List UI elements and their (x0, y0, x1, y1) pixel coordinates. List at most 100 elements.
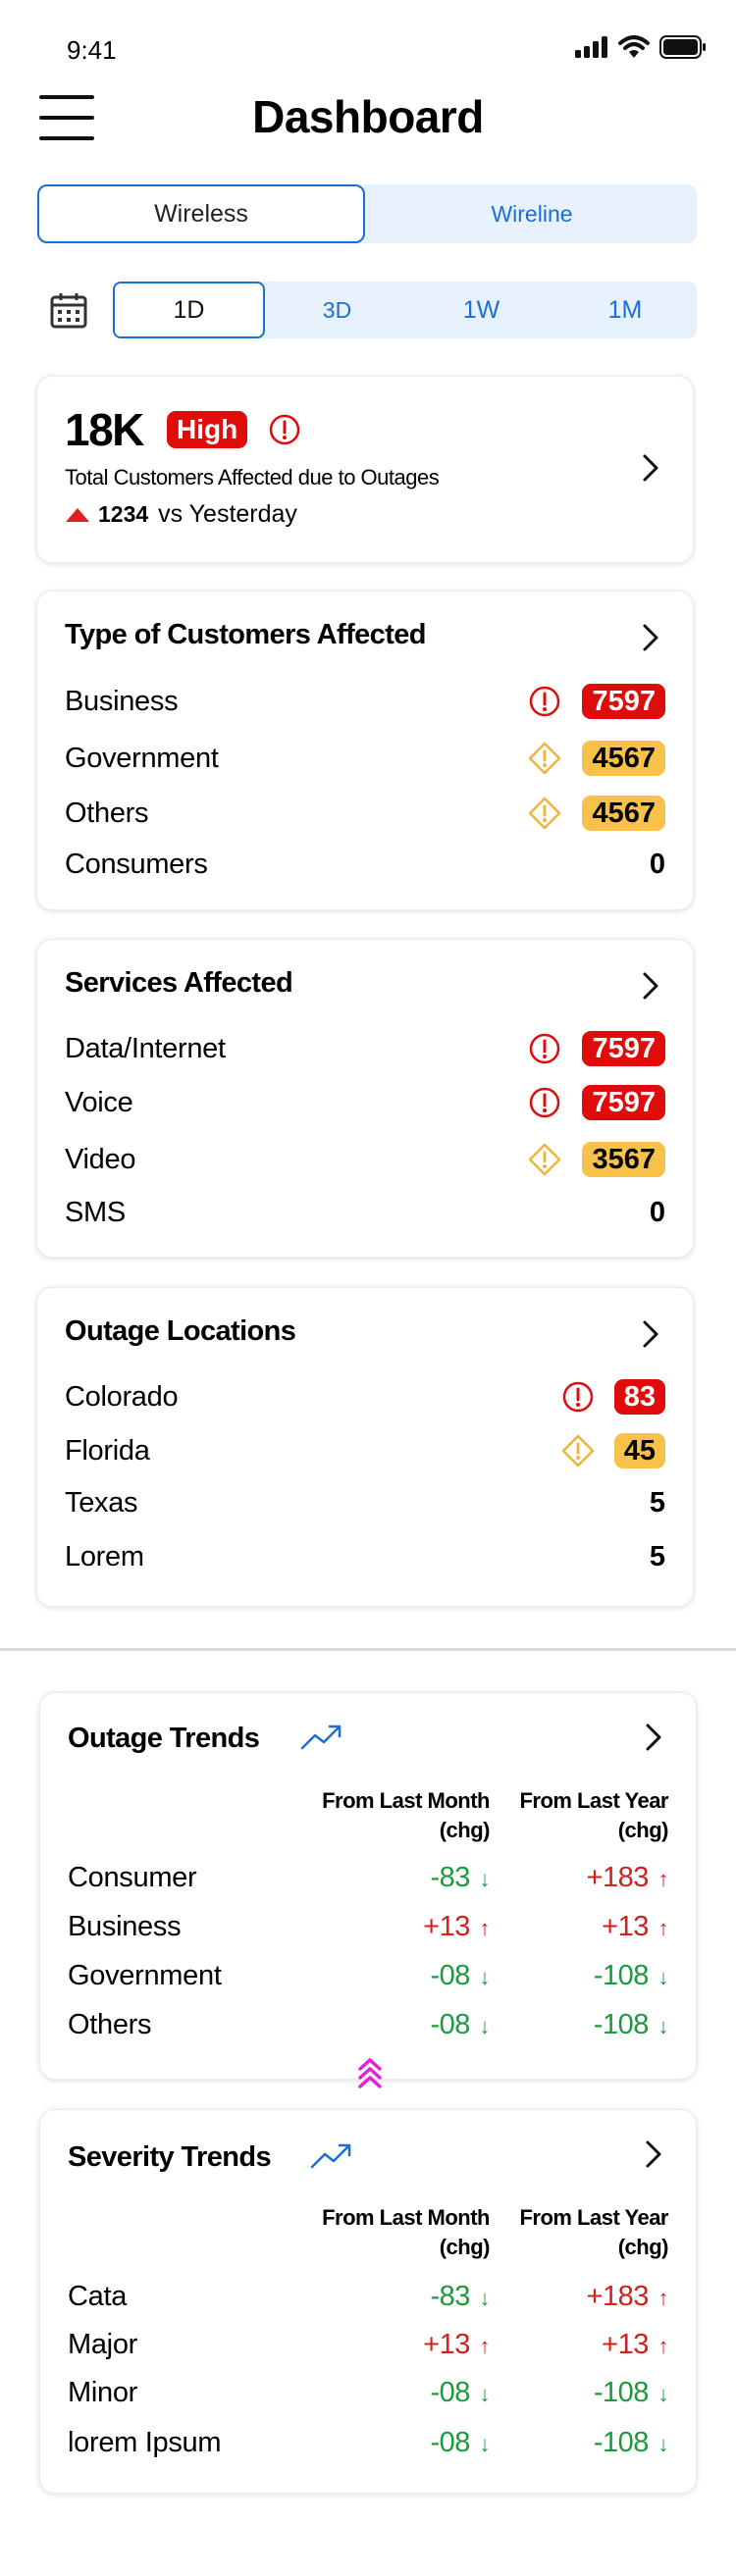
row-label: Business (68, 1911, 182, 1942)
chevron-right-icon[interactable] (636, 971, 665, 1001)
severity-badge: High (167, 411, 248, 448)
row-label: Data/Internet (65, 1033, 226, 1064)
arrow-up-icon: ↑ (473, 2334, 490, 2358)
year-change-value: +13 ↑ (602, 2329, 668, 2360)
row-label: Colorado (65, 1381, 179, 1413)
critical-count-badge: 7597 (582, 1085, 665, 1120)
row-label: Government (65, 743, 219, 774)
row-label: Others (65, 798, 149, 829)
arrow-up-icon: ↑ (652, 2334, 668, 2358)
row-label: Texas (65, 1487, 138, 1519)
row-label: SMS (65, 1197, 126, 1228)
alert-circle-icon (529, 1033, 560, 1064)
triangle-up-icon (66, 507, 89, 522)
tab-wireline[interactable]: Wireline (367, 184, 697, 243)
month-change-value: -83 ↓ (430, 2281, 490, 2312)
warning-diamond-icon (561, 1434, 595, 1468)
status-time: 9:41 (67, 35, 117, 65)
year-change-value: -108 ↓ (593, 2377, 669, 2408)
kpi-card[interactable]: 18K High Total Customers Affected due to… (36, 376, 694, 563)
column-header-month: From Last Month (chg) (322, 1788, 490, 1842)
card-title: Outage Trends (68, 1723, 260, 1754)
alert-circle-icon (562, 1381, 594, 1413)
card-title: Services Affected (65, 967, 293, 999)
status-bar: 9:41 (0, 0, 736, 88)
arrow-down-icon: ↓ (652, 2014, 668, 2038)
alert-circle-icon (529, 1087, 560, 1118)
kpi-delta-text: vs Yesterday (158, 500, 297, 528)
tab-wireless[interactable]: Wireless (37, 184, 365, 243)
status-icons (575, 35, 707, 59)
chevron-right-icon[interactable] (639, 1723, 668, 1752)
period-1d[interactable]: 1D (113, 282, 265, 338)
card-title: Type of Customers Affected (65, 619, 427, 650)
month-change-value: -08 ↓ (430, 2427, 490, 2458)
warning-diamond-icon (528, 1143, 561, 1176)
battery-icon (659, 35, 706, 59)
chevron-right-icon[interactable] (636, 623, 665, 652)
row-label: Minor (68, 2377, 138, 2408)
arrow-up-icon: ↑ (652, 2286, 668, 2310)
outage-trends-card[interactable]: Outage Trends From Last Month (chg) From … (39, 1692, 697, 2080)
arrow-down-icon: ↓ (473, 2286, 490, 2310)
customers-card[interactable]: Type of Customers Affected Business 7597 G… (36, 591, 694, 910)
year-change-value: +183 ↑ (586, 1862, 669, 1893)
alert-circle-icon (529, 686, 560, 717)
arrow-up-icon: ↑ (652, 1916, 668, 1940)
period-1w[interactable]: 1W (409, 282, 553, 338)
month-change-value: -83 ↓ (430, 1862, 490, 1893)
section-divider (0, 1648, 736, 1651)
period-1m[interactable]: 1M (553, 282, 697, 338)
chevron-right-icon[interactable] (636, 1319, 665, 1349)
row-label: Major (68, 2329, 138, 2360)
alert-circle-icon (269, 414, 300, 445)
arrow-down-icon: ↓ (652, 1965, 668, 1989)
warning-count-badge: 3567 (582, 1142, 665, 1177)
year-change-value: -108 ↓ (593, 2009, 669, 2040)
row-label: Government (68, 1960, 222, 1991)
page-title: Dashboard (252, 91, 484, 142)
row-label: Consumer (68, 1862, 197, 1893)
arrow-down-icon: ↓ (652, 2382, 668, 2406)
month-change-value: -08 ↓ (430, 2009, 490, 2040)
critical-count-badge: 7597 (582, 684, 665, 719)
row-label: Others (68, 2009, 152, 2040)
row-label: Video (65, 1144, 136, 1175)
year-change-value: +183 ↑ (586, 2281, 669, 2312)
scroll-up-icon[interactable] (356, 2057, 384, 2090)
trending-up-icon (300, 1725, 342, 1750)
row-label: Business (65, 686, 179, 717)
locations-card[interactable]: Outage Locations Colorado 83 Florida 45 Texa… (36, 1287, 694, 1607)
row-label: Cata (68, 2281, 128, 2312)
chevron-right-icon[interactable] (636, 453, 665, 483)
services-card[interactable]: Services Affected Data/Internet 7597 Voice… (36, 939, 694, 1258)
row-value: 0 (649, 849, 665, 880)
row-value: 5 (649, 1487, 665, 1519)
signal-icon (575, 36, 607, 58)
warning-count-badge: 4567 (582, 796, 665, 831)
trending-up-icon (310, 2143, 351, 2169)
kpi-delta-value: 1234 (98, 501, 149, 527)
card-title: Outage Locations (65, 1315, 296, 1347)
wifi-icon (618, 35, 650, 58)
period-selector: 1D 3D 1W 1M (113, 282, 697, 338)
warning-diamond-icon (528, 742, 561, 775)
period-3d[interactable]: 3D (265, 282, 409, 338)
critical-count-badge: 7597 (582, 1031, 665, 1066)
row-label: Consumers (65, 849, 208, 880)
kpi-description: Total Customers Affected due to Outages (65, 465, 440, 489)
arrow-up-icon: ↑ (473, 1916, 490, 1940)
warning-count-badge: 4567 (582, 741, 665, 776)
network-toggle: Wireless Wireline (37, 184, 697, 243)
warning-diamond-icon (528, 797, 561, 830)
arrow-down-icon: ↓ (473, 2382, 490, 2406)
row-label: lorem Ipsum (68, 2427, 222, 2458)
month-change-value: -08 ↓ (430, 2377, 490, 2408)
arrow-down-icon: ↓ (473, 1965, 490, 1989)
chevron-right-icon[interactable] (639, 2139, 668, 2169)
calendar-icon[interactable] (49, 290, 88, 330)
column-header-year: From Last Year (chg) (519, 2205, 668, 2259)
severity-trends-card[interactable]: Severity Trends From Last Month (chg) Fro… (39, 2109, 697, 2494)
row-value: 5 (649, 1541, 665, 1572)
row-label: Lorem (65, 1541, 144, 1572)
